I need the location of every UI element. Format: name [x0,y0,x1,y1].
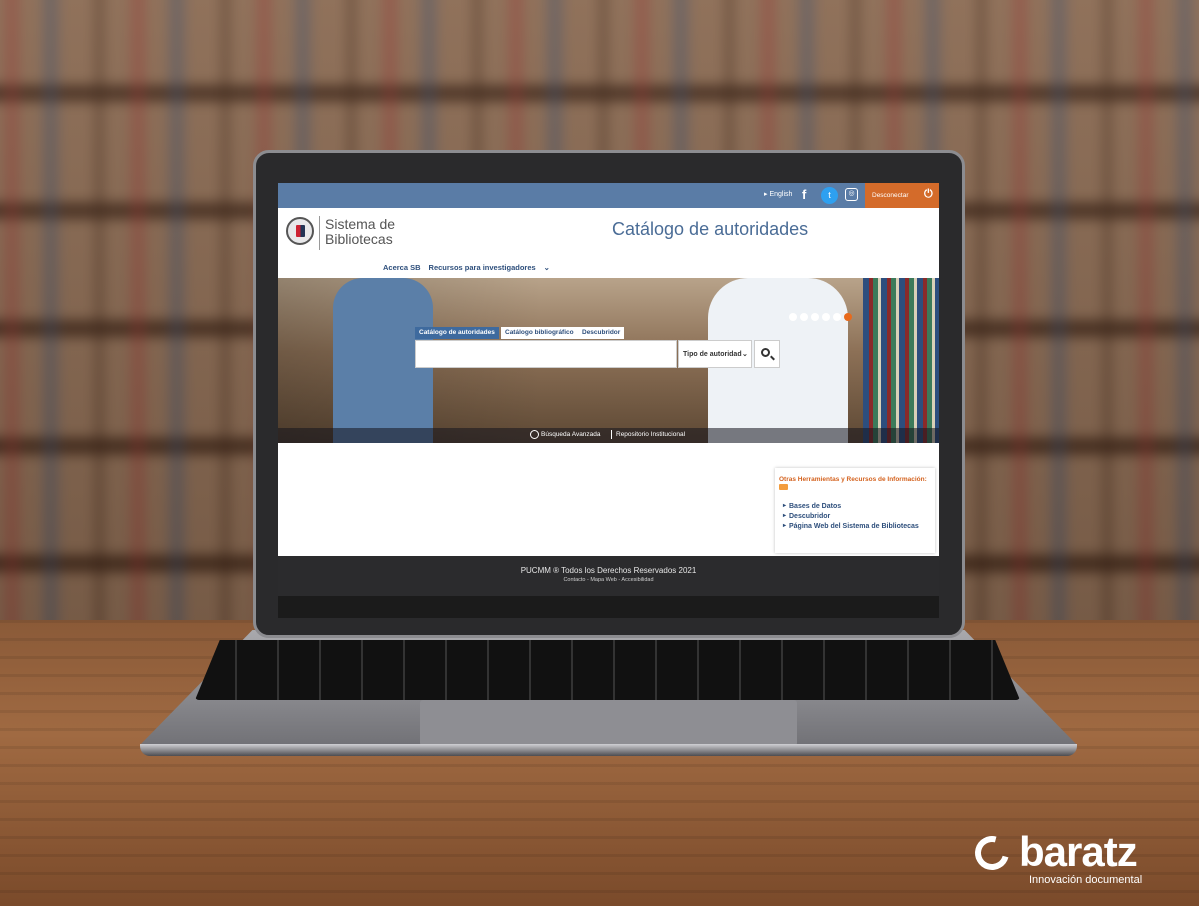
carousel-dot[interactable] [822,313,830,321]
search-icon [761,348,770,357]
hero-photo-bookshelf [863,278,939,443]
rss-icon[interactable] [779,484,788,491]
authority-type-select[interactable]: Tipo de autoridad ⌄ [678,340,752,368]
carousel-dot[interactable] [844,313,852,321]
carousel-dot[interactable] [789,313,797,321]
advanced-search-link[interactable]: Búsqueda Avanzada [541,431,601,438]
sidebar-link-bases-datos[interactable]: Bases de Datos [783,502,923,511]
power-icon: ⏻ [924,188,933,200]
tab-catalogo-bibliografico[interactable]: Catálogo bibliográfico [501,327,578,339]
chevron-down-icon: ⌄ [742,351,748,358]
footer-rights: PUCMM ® Todos los Derechos Reservados 20… [520,566,697,575]
instagram-icon[interactable]: ◎ [845,188,858,201]
nav-item-recursos-label: Recursos para investigadores [428,263,536,272]
footer-links[interactable]: Contacto - Mapa Web - Accesibilidad [278,577,939,583]
language-link[interactable]: ▸ English [764,190,792,198]
site-footer: PUCMM ® Todos los Derechos Reservados 20… [278,556,939,596]
logout-button[interactable]: Desconectar ⏻ [865,183,939,208]
university-seal-icon[interactable] [286,217,314,245]
carousel-dot[interactable] [811,313,819,321]
search-button[interactable] [754,340,780,368]
laptop-bezel-chin [278,596,939,618]
facebook-icon[interactable]: f [802,187,806,202]
search-input[interactable] [415,340,677,368]
chevron-down-icon: ⌄ [543,263,550,272]
baratz-tagline: Innovación documental [1029,874,1143,886]
sidebar-links: Bases de Datos Descubridor Página Web de… [783,502,923,532]
tab-catalogo-autoridades[interactable]: Catálogo de autoridades [415,327,499,339]
search-icon [530,430,539,439]
site-header: Sistema de Bibliotecas Catálogo de autor… [278,208,939,278]
carousel-dots [789,308,855,326]
carousel-dot[interactable] [833,313,841,321]
baratz-wordmark: baratz [1019,828,1138,875]
main-content: Otras Herramientas y Recursos de Informa… [278,443,939,556]
header-divider [319,216,320,250]
photo-scene: ▸ English f t ◎ Desconectar ⏻ Sistema de… [0,0,1199,906]
hero-banner: Catálogo de autoridades Catálogo bibliog… [278,278,939,443]
repository-link[interactable]: Repositorio Institucional [616,431,685,438]
top-bar: ▸ English f t ◎ Desconectar ⏻ [278,183,939,208]
nav-item-acerca[interactable]: Acerca SB [383,263,421,272]
sidebar-link-descubridor[interactable]: Descubridor [783,512,923,521]
twitter-icon[interactable]: t [821,187,838,204]
sidebar-title: Otras Herramientas y Recursos de Informa… [779,476,929,492]
logout-label: Desconectar [872,192,909,199]
page-title: Catálogo de autoridades [612,219,809,239]
authority-type-label: Tipo de autoridad [683,351,742,358]
tab-descubridor[interactable]: Descubridor [578,327,625,339]
laptop-front-edge [140,744,1077,756]
laptop-screen: ▸ English f t ◎ Desconectar ⏻ Sistema de… [278,183,939,596]
link-divider [611,430,612,439]
laptop-trackpad [420,700,797,746]
nav-item-recursos[interactable]: Recursos para investigadores ⌄ [429,263,558,272]
org-name[interactable]: Sistema de Bibliotecas [325,217,425,247]
sidebar-title-text: Otras Herramientas y Recursos de Informa… [779,476,927,483]
laptop-keyboard [195,640,1020,700]
sidebar-link-pagina-web[interactable]: Página Web del Sistema de Bibliotecas [783,522,923,531]
tools-sidebar: Otras Herramientas y Recursos de Informa… [775,468,935,553]
carousel-dot[interactable] [800,313,808,321]
main-nav: Acerca SB Recursos para investigadores ⌄ [383,263,566,272]
hero-links-bar: Búsqueda Avanzada Repositorio Institucio… [278,428,939,443]
